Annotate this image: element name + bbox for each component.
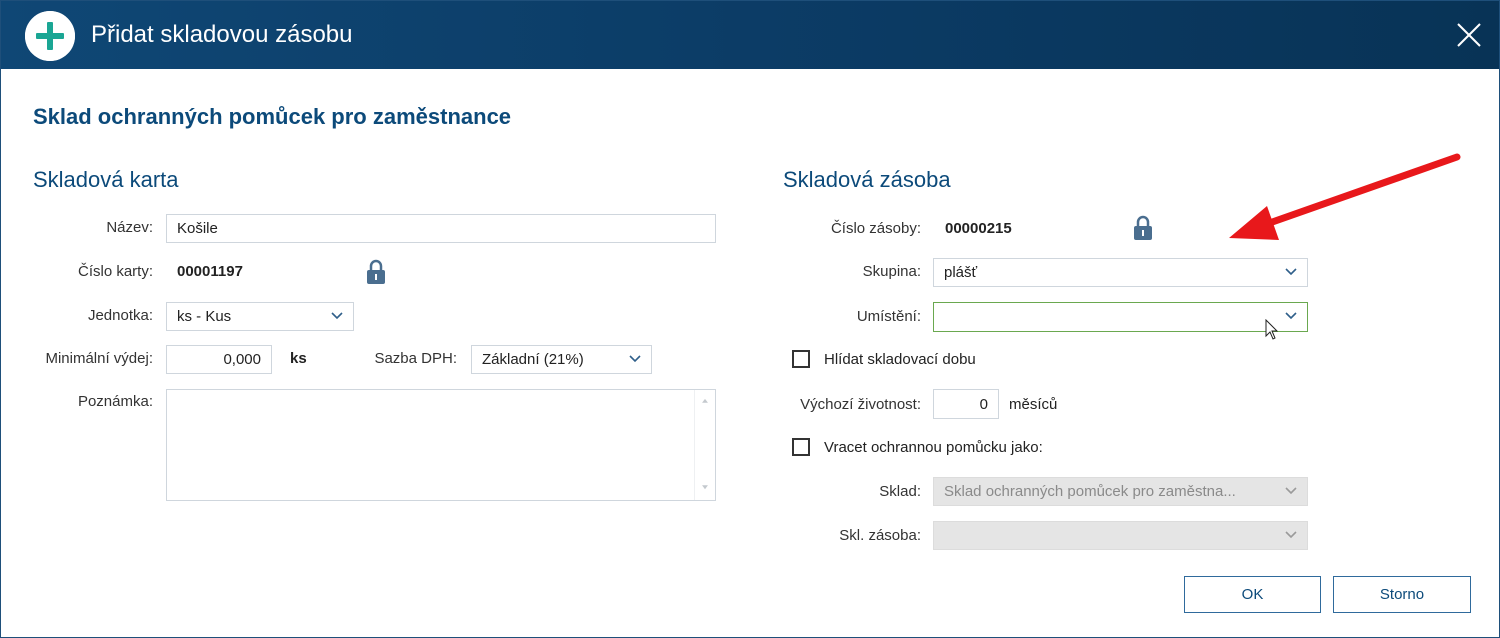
location-label: Umístění: xyxy=(856,308,921,325)
chevron-down-icon xyxy=(1285,530,1297,538)
note-scrollbar[interactable] xyxy=(694,390,715,500)
lock-icon xyxy=(366,259,386,285)
lock-icon xyxy=(1133,215,1153,241)
vat-select[interactable]: Základní (21%) xyxy=(471,345,652,374)
annotation-arrow-icon xyxy=(1229,153,1461,240)
watch-storage-checkbox[interactable] xyxy=(792,350,810,368)
group-label: Skupina: xyxy=(862,263,921,280)
lifetime-value: 0 xyxy=(979,395,988,413)
warehouse-value: Sklad ochranných pomůcek pro zaměstna... xyxy=(944,483,1236,500)
group-value: plášť xyxy=(944,264,978,281)
lifetime-label: Výchozí životnost: xyxy=(800,396,921,413)
page-heading: Sklad ochranných pomůcek pro zaměstnance xyxy=(33,104,512,129)
return-as-label: Vracet ochrannou pomůcku jako: xyxy=(824,439,1043,456)
card-no-label: Číslo karty: xyxy=(77,263,153,280)
add-icon xyxy=(25,11,75,61)
warehouse-label: Sklad: xyxy=(879,483,921,500)
chevron-down-icon xyxy=(1285,486,1297,494)
stock-no-label: Číslo zásoby: xyxy=(830,220,921,237)
name-value: Košile xyxy=(177,220,218,237)
section-title-stock-card: Skladová karta xyxy=(33,167,179,192)
location-select[interactable] xyxy=(933,302,1308,332)
chevron-down-icon xyxy=(629,354,641,362)
stock-item-label: Skl. zásoba: xyxy=(839,527,921,544)
lifetime-input[interactable]: 0 xyxy=(933,389,999,419)
stock-item-select[interactable] xyxy=(933,521,1308,550)
close-icon[interactable] xyxy=(1455,21,1483,49)
min-issue-value: 0,000 xyxy=(223,351,261,368)
group-select[interactable]: plášť xyxy=(933,258,1308,287)
vat-label: Sazba DPH: xyxy=(374,350,457,367)
min-issue-unit: ks xyxy=(290,350,307,367)
ok-button[interactable]: OK xyxy=(1184,576,1321,613)
watch-storage-label: Hlídat skladovací dobu xyxy=(824,351,976,368)
min-issue-input[interactable]: 0,000 xyxy=(166,345,272,374)
add-stock-dialog: Přidat skladovou zásobu Sklad ochranných… xyxy=(0,0,1500,638)
min-issue-label: Minimální výdej: xyxy=(45,350,153,367)
section-title-stock: Skladová zásoba xyxy=(783,167,951,192)
chevron-down-icon xyxy=(1285,312,1297,320)
unit-select[interactable]: ks - Kus xyxy=(166,302,354,331)
warehouse-select[interactable]: Sklad ochranných pomůcek pro zaměstna... xyxy=(933,477,1308,506)
mouse-cursor-icon xyxy=(1265,319,1279,340)
cancel-button[interactable]: Storno xyxy=(1333,576,1471,613)
unit-label: Jednotka: xyxy=(87,307,153,324)
stock-no-value: 00000215 xyxy=(945,220,1012,237)
name-input[interactable]: Košile xyxy=(166,214,716,243)
window-title: Přidat skladovou zásobu xyxy=(91,21,353,48)
vat-value: Základní (21%) xyxy=(482,351,584,368)
chevron-down-icon xyxy=(1285,267,1297,275)
lifetime-unit: měsíců xyxy=(1009,396,1058,413)
name-label: Název: xyxy=(106,219,153,236)
card-no-value: 00001197 xyxy=(177,263,243,280)
title-bar: Přidat skladovou zásobu xyxy=(1,1,1499,69)
return-as-checkbox[interactable] xyxy=(792,438,810,456)
unit-value: ks - Kus xyxy=(177,308,232,325)
note-label: Poznámka: xyxy=(77,393,153,410)
chevron-down-icon xyxy=(331,311,343,319)
note-textarea[interactable] xyxy=(166,389,716,501)
